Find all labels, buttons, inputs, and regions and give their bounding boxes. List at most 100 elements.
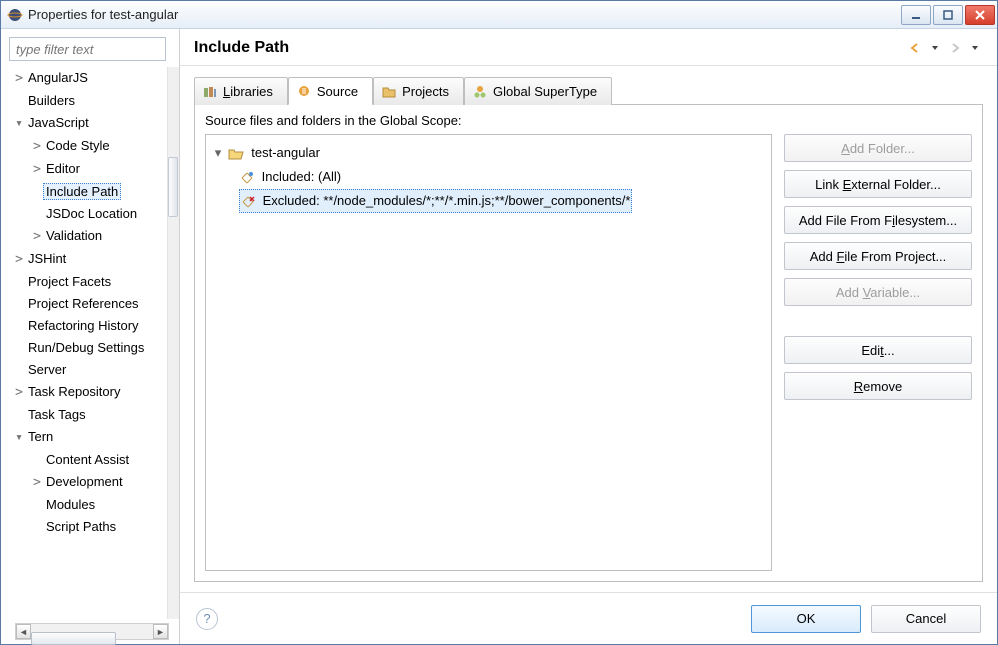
sidebar-item-development[interactable]: >Development <box>9 471 167 494</box>
cancel-button[interactable]: Cancel <box>871 605 981 633</box>
tabbar: Libraries Source Projects Global SuperTy… <box>194 76 983 105</box>
tree-row-excluded[interactable]: Excluded: **/node_modules/*;**/*.min.js;… <box>239 189 632 213</box>
sidebar-item-label: Refactoring History <box>25 317 142 334</box>
sidebar-item-validation[interactable]: >Validation <box>9 225 167 248</box>
maximize-button[interactable] <box>933 5 963 25</box>
sidebar-item-task-tags[interactable]: Task Tags <box>9 404 167 426</box>
sidebar-item-jsdoc-location[interactable]: JSDoc Location <box>9 203 167 225</box>
expand-toggle[interactable]: > <box>31 136 43 158</box>
edit-button[interactable]: Edit... <box>784 336 972 364</box>
main-panel: Include Path Libraries Source <box>180 29 997 644</box>
tab-label: Global SuperType <box>493 84 597 99</box>
expand-toggle[interactable]: ▾ <box>13 113 25 135</box>
sidebar-item-run-debug-settings[interactable]: Run/Debug Settings <box>9 337 167 359</box>
expand-toggle[interactable]: ▾ <box>13 427 25 449</box>
sidebar-item-jshint[interactable]: >JSHint <box>9 248 167 271</box>
link-external-folder-button[interactable]: Link External Folder... <box>784 170 972 198</box>
add-folder-button: Add Folder... <box>784 134 972 162</box>
sidebar-item-editor[interactable]: >Editor <box>9 158 167 181</box>
sidebar-item-label: JSDoc Location <box>43 205 140 222</box>
sidebar-item-label: Project Facets <box>25 273 114 290</box>
remove-button[interactable]: Remove <box>784 372 972 400</box>
close-button[interactable] <box>965 5 995 25</box>
libraries-icon <box>203 85 217 99</box>
sidebar-item-task-repository[interactable]: >Task Repository <box>9 381 167 404</box>
expand-toggle[interactable]: > <box>13 68 25 90</box>
tab-label: ibraries <box>230 84 273 99</box>
sidebar-item-builders[interactable]: Builders <box>9 90 167 112</box>
page-title: Include Path <box>194 39 907 57</box>
sidebar-item-label: JSHint <box>25 250 69 267</box>
source-tree[interactable]: ▾ test-angular Included: (All) Excluded: <box>205 134 772 571</box>
filter-input[interactable] <box>9 37 166 61</box>
nav-forward-button[interactable] <box>947 40 963 56</box>
sidebar-item-label: Code Style <box>43 137 113 154</box>
sidebar-item-refactoring-history[interactable]: Refactoring History <box>9 315 167 337</box>
sidebar-item-label: Editor <box>43 160 83 177</box>
minimize-button[interactable] <box>901 5 931 25</box>
add-file-filesystem-button[interactable]: Add File From Filesystem... <box>784 206 972 234</box>
button-column: Add Folder... Link External Folder... Ad… <box>784 134 972 571</box>
sidebar-hscroll[interactable]: ◄► <box>15 623 169 640</box>
sidebar-item-label: Script Paths <box>43 518 119 535</box>
nav-tree[interactable]: >AngularJSBuilders▾JavaScript>Code Style… <box>9 67 167 538</box>
sidebar-item-angularjs[interactable]: >AngularJS <box>9 67 167 90</box>
sidebar-item-label: Validation <box>43 227 105 244</box>
help-button[interactable]: ? <box>196 608 218 630</box>
sidebar: >AngularJSBuilders▾JavaScript>Code Style… <box>1 29 180 644</box>
sidebar-item-project-facets[interactable]: Project Facets <box>9 271 167 293</box>
tab-libraries[interactable]: Libraries <box>194 77 288 105</box>
expand-toggle[interactable]: > <box>13 382 25 404</box>
tab-label: Projects <box>402 84 449 99</box>
sidebar-item-label: Task Tags <box>25 406 89 423</box>
nav-back-menu[interactable] <box>927 40 943 56</box>
exclude-icon <box>241 195 255 209</box>
sidebar-item-label: Server <box>25 361 69 378</box>
add-variable-button: Add Variable... <box>784 278 972 306</box>
tree-row-included[interactable]: Included: (All) <box>210 165 767 189</box>
expand-toggle[interactable]: > <box>31 472 43 494</box>
sidebar-item-tern[interactable]: ▾Tern <box>9 426 167 449</box>
sidebar-item-label: Task Repository <box>25 383 123 400</box>
sidebar-item-label: Builders <box>25 92 78 109</box>
expand-toggle[interactable]: > <box>13 249 25 271</box>
sidebar-item-label: Tern <box>25 428 56 445</box>
sidebar-item-label: Development <box>43 473 126 490</box>
eclipse-icon <box>7 7 23 23</box>
sidebar-item-include-path[interactable]: Include Path <box>9 181 167 203</box>
source-panel: Source files and folders in the Global S… <box>194 105 983 582</box>
ok-button[interactable]: OK <box>751 605 861 633</box>
sidebar-vscroll[interactable] <box>167 67 179 619</box>
globaltype-icon <box>473 85 487 99</box>
sidebar-item-content-assist[interactable]: Content Assist <box>9 449 167 471</box>
tab-source[interactable]: Source <box>288 77 373 105</box>
add-file-project-button[interactable]: Add File From Project... <box>784 242 972 270</box>
expand-toggle[interactable]: > <box>31 159 43 181</box>
nav-back-button[interactable] <box>907 40 923 56</box>
projects-icon <box>382 85 396 99</box>
sidebar-item-server[interactable]: Server <box>9 359 167 381</box>
sidebar-item-label: AngularJS <box>25 69 91 86</box>
nav-forward-menu[interactable] <box>967 40 983 56</box>
sidebar-item-label: Project References <box>25 295 142 312</box>
tab-global-supertype[interactable]: Global SuperType <box>464 77 612 105</box>
sidebar-item-javascript[interactable]: ▾JavaScript <box>9 112 167 135</box>
sidebar-item-code-style[interactable]: >Code Style <box>9 135 167 158</box>
sidebar-item-modules[interactable]: Modules <box>9 494 167 516</box>
sidebar-item-label: JavaScript <box>25 114 92 131</box>
panel-description: Source files and folders in the Global S… <box>205 113 972 128</box>
titlebar: Properties for test-angular <box>1 1 997 29</box>
tree-row-project[interactable]: ▾ test-angular <box>210 141 767 165</box>
window-title: Properties for test-angular <box>28 7 901 22</box>
properties-dialog: Properties for test-angular >AngularJSBu… <box>0 0 998 645</box>
dialog-footer: ? OK Cancel <box>180 592 997 644</box>
sidebar-item-project-references[interactable]: Project References <box>9 293 167 315</box>
tab-label: Source <box>317 84 358 99</box>
sidebar-item-script-paths[interactable]: Script Paths <box>9 516 167 538</box>
source-icon <box>297 84 311 98</box>
sidebar-item-label: Run/Debug Settings <box>25 339 147 356</box>
folder-open-icon <box>228 147 244 161</box>
sidebar-item-label: Include Path <box>43 183 121 200</box>
expand-toggle[interactable]: > <box>31 226 43 248</box>
tab-projects[interactable]: Projects <box>373 77 464 105</box>
